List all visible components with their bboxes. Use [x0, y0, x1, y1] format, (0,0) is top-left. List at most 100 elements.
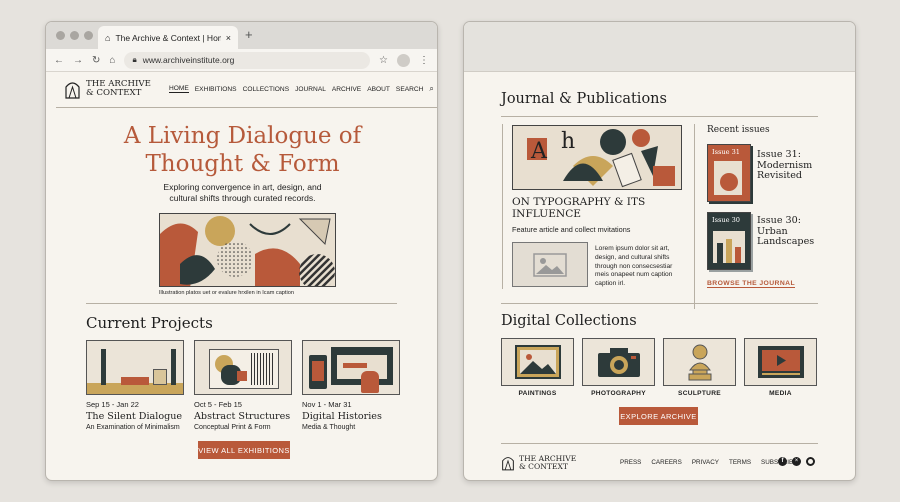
- excerpt-line: design, and cultural shifts: [595, 253, 670, 261]
- profile-icon[interactable]: [397, 53, 410, 67]
- search-icon[interactable]: ⌕: [429, 84, 433, 94]
- reload-icon[interactable]: ↻: [92, 55, 100, 66]
- project-subtitle-3: Media & Thought: [302, 424, 356, 431]
- facebook-icon[interactable]: f: [778, 457, 787, 466]
- hero-subtitle-line1: Exploring convergence in art, design, an…: [163, 182, 322, 192]
- recent-issues-label: Recent issues: [707, 125, 770, 135]
- issue-31-cover[interactable]: Issue 31: [707, 144, 751, 202]
- x-twitter-icon[interactable]: ×: [792, 457, 801, 466]
- video-player-icon: [757, 346, 804, 378]
- nav-archive[interactable]: ARCHIVE: [332, 86, 361, 93]
- project-image-3: [302, 340, 400, 395]
- project-image-2: [194, 340, 292, 395]
- browse-journal-link[interactable]: BROWSE THE JOURNAL: [707, 280, 796, 288]
- collection-label-photography: PHOTOGRAPHY: [591, 390, 646, 397]
- bookmark-star-icon[interactable]: ☆: [379, 55, 388, 66]
- home-icon[interactable]: ⌂: [109, 55, 115, 66]
- issue-30-title[interactable]: Issue 30: Urban Landscapes: [757, 215, 815, 248]
- browser-window-home: ⌂ The Archive & Context | Home × + ← → ↻…: [45, 21, 438, 481]
- browser-tab[interactable]: ⌂ The Archive & Context | Home ×: [98, 26, 238, 49]
- footer-logo-line2: & CONTEXT: [519, 461, 568, 471]
- project-card-3[interactable]: Nov 1 - Mar 31 Digital Histories Media &…: [302, 340, 400, 431]
- collection-label-sculpture: SCULPTURE: [678, 390, 721, 397]
- address-bar-row: ← → ↻ ⌂ 🔒︎ www.archiveinstitute.org ☆ ⋮: [46, 49, 437, 72]
- instagram-icon[interactable]: [806, 457, 815, 466]
- journal-heading: Journal & Publications: [501, 91, 667, 107]
- project-date-2: Oct 5 - Feb 15: [194, 400, 242, 409]
- url-text: www.archiveinstitute.org: [142, 55, 235, 65]
- project-card-2[interactable]: Oct 5 - Feb 15 Abstract Structures Conce…: [194, 340, 292, 431]
- issue-31-badge: Issue 31: [712, 148, 741, 156]
- issue-31-title[interactable]: Issue 31: Modernism Revisited: [757, 149, 812, 182]
- issue-30-cover[interactable]: Issue 30: [707, 212, 751, 270]
- lock-icon: 🔒︎: [132, 55, 137, 64]
- nav-home[interactable]: HOME: [169, 85, 189, 93]
- close-tab-icon[interactable]: ×: [226, 33, 231, 43]
- image-placeholder: [512, 242, 588, 287]
- main-nav: HOME EXHIBITIONS COLLECTIONS JOURNAL ARC…: [169, 84, 434, 94]
- issue-30-title-line: Landscapes: [757, 236, 815, 247]
- camera-icon: [597, 348, 640, 377]
- footer-link-terms[interactable]: TERMS: [729, 459, 751, 466]
- feature-excerpt: Lorem ipsum dolor sit art, design, and c…: [595, 245, 672, 289]
- project-date-1: Sep 15 - Jan 22: [86, 400, 139, 409]
- hero-subtitle-line2: cultural shifts through curated records.: [169, 193, 316, 203]
- favicon-icon: ⌂: [105, 32, 111, 43]
- back-icon[interactable]: ←: [54, 55, 64, 66]
- feature-illustration[interactable]: A h: [512, 125, 682, 190]
- view-all-exhibitions-button[interactable]: VIEW ALL EXHIBITIONS: [198, 441, 290, 459]
- footer-link-careers[interactable]: CAREERS: [651, 459, 681, 466]
- footer-links: PRESS CAREERS PRIVACY TERMS SUBSCRIBE: [620, 459, 797, 466]
- project-image-1: [86, 340, 184, 395]
- excerpt-line: caption irl.: [595, 280, 626, 288]
- feature-rule-left: [502, 124, 503, 289]
- address-bar[interactable]: 🔒︎ www.archiveinstitute.org: [124, 51, 371, 69]
- nav-collections[interactable]: COLLECTIONS: [243, 86, 290, 93]
- hero-illustration: [159, 213, 336, 287]
- tab-bar: ⌂ The Archive & Context | Home × +: [46, 22, 437, 49]
- collection-paintings[interactable]: [501, 338, 574, 386]
- footer-link-privacy[interactable]: PRIVACY: [692, 459, 719, 466]
- bust-icon: [688, 344, 711, 381]
- issue-30-badge: Issue 30: [712, 216, 741, 224]
- window-controls[interactable]: [56, 31, 93, 40]
- projects-heading: Current Projects: [86, 314, 213, 332]
- issue-30-title-line: Issue 30:: [757, 215, 801, 226]
- collections-heading: Digital Collections: [501, 313, 637, 329]
- archive-logo-icon: [502, 457, 514, 471]
- issue-31-title-line: Issue 31:: [757, 149, 801, 160]
- svg-text:h: h: [561, 129, 575, 154]
- browser-chrome-blank: [464, 22, 855, 72]
- collection-media[interactable]: [744, 338, 817, 386]
- tab-title: The Archive & Context | Home: [115, 32, 221, 43]
- footer-link-press[interactable]: PRESS: [620, 459, 641, 466]
- project-title-3: Digital Histories: [302, 411, 382, 422]
- excerpt-line: through non consecsestiar: [595, 262, 673, 270]
- nav-about[interactable]: ABOUT: [367, 86, 390, 93]
- feature-title-line2[interactable]: INFLUENCE: [512, 208, 645, 220]
- forward-icon[interactable]: →: [73, 55, 83, 66]
- project-card-1[interactable]: Sep 15 - Jan 22 The Silent Dialogue An E…: [86, 340, 184, 431]
- painting-icon: [514, 345, 561, 379]
- nav-exhibitions[interactable]: EXHIBITIONS: [195, 86, 237, 93]
- nav-journal[interactable]: JOURNAL: [295, 86, 326, 93]
- svg-text:A: A: [530, 139, 548, 164]
- feature-subtitle: Feature article and collect mvitations: [512, 225, 631, 234]
- site-logo[interactable]: THE ARCHIVE & CONTEXT: [64, 79, 151, 99]
- journal-bottom-divider: [501, 303, 818, 304]
- excerpt-line: meis onapeet num caption: [595, 271, 673, 279]
- footer-logo[interactable]: THE ARCHIVE & CONTEXT: [501, 454, 576, 471]
- collection-sculpture[interactable]: [663, 338, 736, 386]
- new-tab-button[interactable]: +: [245, 27, 253, 42]
- header-divider: [56, 107, 437, 108]
- collection-photography[interactable]: [582, 338, 655, 386]
- nav-search[interactable]: SEARCH: [396, 86, 423, 93]
- feature-title-line1[interactable]: ON TYPOGRAPHY & ITS: [512, 196, 645, 208]
- browser-menu-icon[interactable]: ⋮: [419, 55, 429, 66]
- journal-divider: [501, 116, 818, 117]
- explore-archive-button[interactable]: EXPLORE ARCHIVE: [619, 407, 698, 425]
- project-title-1: The Silent Dialogue: [86, 411, 183, 422]
- archive-logo-icon: [65, 82, 80, 99]
- project-subtitle-2: Conceptual Print & Form: [194, 424, 271, 431]
- image-placeholder-icon: [533, 252, 567, 277]
